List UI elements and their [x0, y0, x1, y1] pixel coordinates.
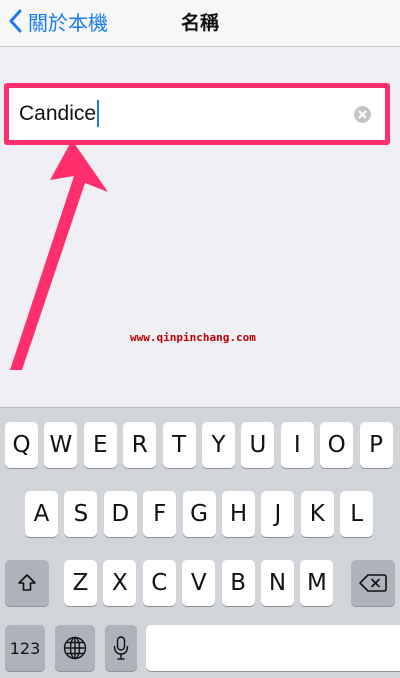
key-c[interactable]: C [142, 560, 176, 606]
key-p[interactable]: P [359, 422, 393, 468]
navigation-bar: 關於本機 名稱 [0, 0, 400, 47]
key-e[interactable]: E [83, 422, 117, 468]
text-cursor [97, 100, 99, 127]
key-q[interactable]: Q [5, 422, 38, 468]
globe-icon [63, 636, 87, 660]
key-g[interactable]: G [182, 491, 216, 537]
key-l[interactable]: L [340, 491, 374, 537]
key-x[interactable]: X [103, 560, 137, 606]
page-title: 名稱 [180, 12, 219, 34]
key-m[interactable]: M [300, 560, 334, 606]
numbers-key[interactable]: 123 [5, 625, 45, 671]
key-o[interactable]: O [320, 422, 354, 468]
key-b[interactable]: B [221, 560, 255, 606]
shift-icon [18, 574, 36, 591]
annotation-arrow [10, 140, 108, 370]
key-f[interactable]: F [143, 491, 177, 537]
space-key[interactable] [146, 625, 400, 671]
key-w[interactable]: W [44, 422, 78, 468]
key-a[interactable]: A [25, 491, 58, 537]
globe-key[interactable] [55, 625, 95, 671]
key-z[interactable]: Z [64, 560, 97, 606]
key-i[interactable]: I [280, 422, 314, 468]
shift-key[interactable] [5, 560, 49, 606]
key-s[interactable]: S [64, 491, 98, 537]
microphone-icon [113, 636, 129, 660]
key-t[interactable]: T [162, 422, 196, 468]
clear-text-button[interactable] [354, 106, 371, 123]
watermark: www.qinpinchang.com [130, 331, 256, 344]
key-h[interactable]: H [222, 491, 255, 537]
clear-icon [358, 110, 367, 119]
key-u[interactable]: U [241, 422, 275, 468]
key-r[interactable]: R [123, 422, 157, 468]
key-y[interactable]: Y [202, 422, 235, 468]
delete-icon [359, 574, 387, 592]
delete-key[interactable] [351, 560, 395, 606]
name-input[interactable] [19, 100, 319, 128]
key-n[interactable]: N [261, 560, 294, 606]
name-field[interactable] [9, 88, 385, 140]
dictation-key[interactable] [105, 625, 137, 671]
keyboard: QWERTYUIOP ASDFGHJKL ZXCVBNM 123 [0, 407, 400, 678]
key-d[interactable]: D [103, 491, 137, 537]
key-j[interactable]: J [261, 491, 295, 537]
key-k[interactable]: K [300, 491, 334, 537]
key-v[interactable]: V [182, 560, 216, 606]
